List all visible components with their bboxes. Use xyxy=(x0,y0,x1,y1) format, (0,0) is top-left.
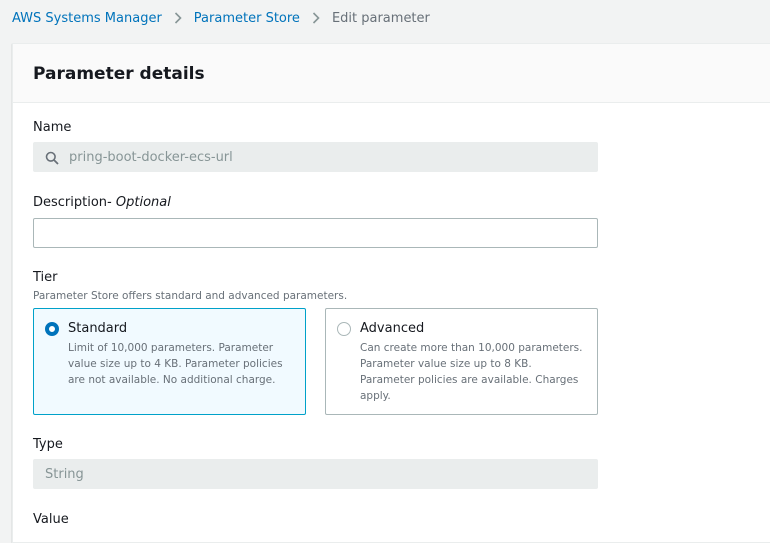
advanced-title: Advanced xyxy=(360,321,425,336)
optional-tag: - Optional xyxy=(107,195,171,210)
panel-title: Parameter details xyxy=(33,64,205,84)
chevron-right-icon xyxy=(174,12,182,24)
value-label: Value xyxy=(33,512,69,527)
description-label: Description- Optional xyxy=(33,195,171,211)
breadcrumb-current: Edit parameter xyxy=(331,10,430,26)
description-input[interactable] xyxy=(33,218,598,248)
tier-advanced-tile[interactable]: Advanced Can create more than 10,000 par… xyxy=(325,308,598,415)
breadcrumb-systems-manager[interactable]: AWS Systems Manager xyxy=(12,11,162,26)
standard-radio[interactable] xyxy=(45,322,59,336)
parameter-details-panel: Parameter details Name pring-boot-docker… xyxy=(12,43,770,543)
tier-label: Tier xyxy=(33,270,58,285)
breadcrumb-parameter-store[interactable]: Parameter Store xyxy=(194,11,300,26)
tier-hint: Parameter Store offers standard and adva… xyxy=(33,290,348,302)
advanced-radio[interactable] xyxy=(337,322,351,336)
description-label-text: Description xyxy=(33,195,108,210)
name-label: Name xyxy=(33,120,72,135)
type-input: String xyxy=(33,459,598,489)
standard-title: Standard xyxy=(68,321,128,336)
name-input: pring-boot-docker-ecs-url xyxy=(33,142,598,172)
type-value: String xyxy=(45,467,84,482)
advanced-description: Can create more than 10,000 parameters. … xyxy=(360,342,583,402)
chevron-right-icon xyxy=(312,12,320,24)
search-icon xyxy=(45,151,59,165)
panel-header: Parameter details xyxy=(13,44,770,103)
name-value: pring-boot-docker-ecs-url xyxy=(69,150,233,165)
tier-standard-tile[interactable]: Standard Limit of 10,000 parameters. Par… xyxy=(33,308,306,415)
standard-description: Limit of 10,000 parameters. Parameter va… xyxy=(68,342,283,386)
breadcrumb: AWS Systems Manager Parameter Store Edit… xyxy=(12,9,430,27)
type-label: Type xyxy=(33,437,63,452)
